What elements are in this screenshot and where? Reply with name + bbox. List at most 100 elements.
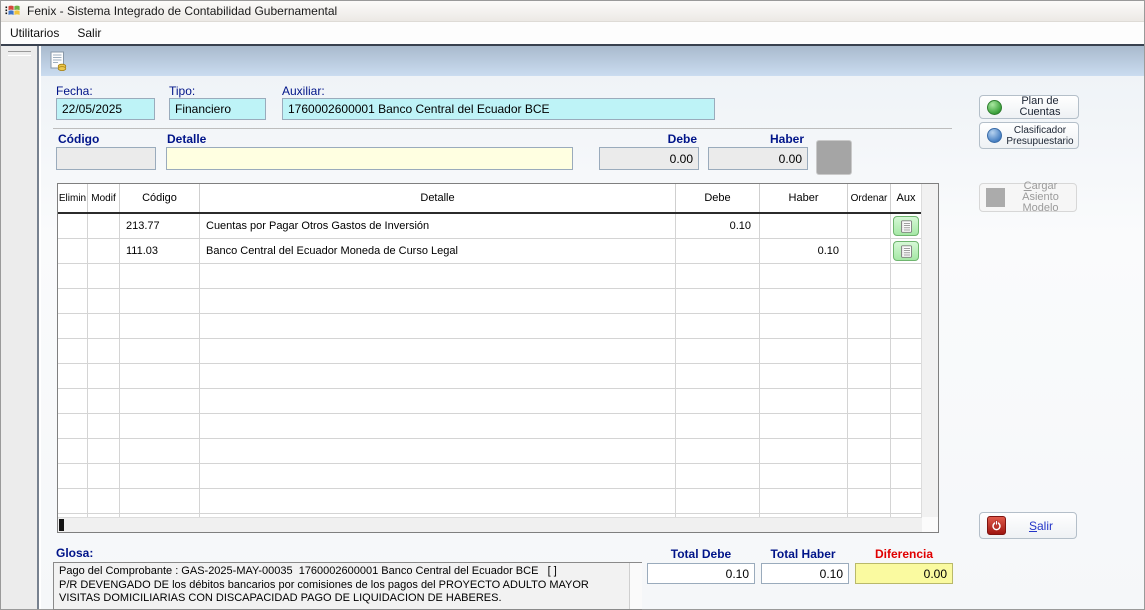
empty-cell	[676, 264, 760, 288]
cell-modif[interactable]	[88, 239, 120, 263]
clasificador-presupuestario-button[interactable]: Clasificador Presupuestario	[979, 122, 1079, 149]
toolbar	[41, 46, 1144, 76]
cell-haber: 0.10	[760, 239, 848, 263]
entries-table: Elimin Modif Código Detalle Debe Haber O…	[57, 183, 939, 533]
menu-utilitarios[interactable]: Utilitarios	[1, 24, 68, 42]
cell-elimin[interactable]	[58, 239, 88, 263]
empty-cell	[200, 364, 676, 388]
total-haber-label: Total Haber	[757, 547, 849, 561]
table-row[interactable]: 111.03 Banco Central del Ecuador Moneda …	[58, 239, 922, 264]
left-collapsed-panel[interactable]	[1, 46, 39, 609]
empty-cell	[200, 264, 676, 288]
empty-cell	[848, 439, 891, 463]
fecha-field[interactable]: 22/05/2025	[56, 98, 155, 120]
table-empty-row[interactable]	[58, 364, 922, 389]
table-empty-row[interactable]	[58, 389, 922, 414]
window-title: Fenix - Sistema Integrado de Contabilida…	[27, 4, 337, 18]
table-empty-row[interactable]	[58, 264, 922, 289]
clasificador-label: Clasificador Presupuestario	[1002, 125, 1078, 147]
empty-cell	[200, 314, 676, 338]
empty-cell	[58, 414, 88, 438]
haber-input[interactable]: 0.00	[708, 147, 808, 170]
table-empty-row[interactable]	[58, 489, 922, 514]
col-haber[interactable]: Haber	[760, 184, 848, 212]
empty-cell	[120, 289, 200, 313]
empty-cell	[88, 489, 120, 513]
entry-action-button[interactable]	[816, 140, 852, 175]
empty-cell	[891, 489, 922, 513]
empty-cell	[120, 339, 200, 363]
debe-input[interactable]: 0.00	[599, 147, 699, 170]
new-voucher-button[interactable]	[47, 50, 69, 72]
plan-de-cuentas-button[interactable]: Plan de Cuentas	[979, 95, 1079, 119]
empty-cell	[848, 314, 891, 338]
scrollbar-corner	[922, 517, 938, 532]
empty-cell	[88, 464, 120, 488]
table-header: Elimin Modif Código Detalle Debe Haber O…	[58, 184, 938, 214]
empty-cell	[200, 339, 676, 363]
aux-button[interactable]	[893, 216, 919, 236]
col-elimin[interactable]: Elimin	[58, 184, 88, 212]
cargar-asiento-modelo-button[interactable]: Cargar Asiento Modelo	[979, 183, 1077, 212]
empty-cell	[760, 364, 848, 388]
empty-cell	[676, 389, 760, 413]
auxiliar-field[interactable]: 1760002600001 Banco Central del Ecuador …	[282, 98, 715, 120]
cell-aux	[891, 239, 922, 263]
col-aux[interactable]: Aux	[891, 184, 922, 212]
empty-cell	[891, 289, 922, 313]
empty-cell	[88, 289, 120, 313]
cell-modif[interactable]	[88, 214, 120, 238]
tipo-field[interactable]: Financiero	[169, 98, 266, 120]
empty-cell	[200, 389, 676, 413]
panel-grip[interactable]	[8, 51, 31, 56]
empty-cell	[200, 414, 676, 438]
cell-detalle: Cuentas por Pagar Otros Gastos de Invers…	[200, 214, 676, 238]
table-empty-row[interactable]	[58, 289, 922, 314]
salir-label: Salir	[1006, 519, 1076, 533]
table-empty-row[interactable]	[58, 414, 922, 439]
col-detalle[interactable]: Detalle	[200, 184, 676, 212]
scrollbar-thumb[interactable]	[59, 519, 64, 531]
empty-cell	[848, 289, 891, 313]
empty-cell	[200, 439, 676, 463]
table-row[interactable]: 213.77 Cuentas por Pagar Otros Gastos de…	[58, 214, 922, 239]
glosa-scrollbar[interactable]	[629, 563, 642, 609]
col-debe[interactable]: Debe	[676, 184, 760, 212]
table-empty-row[interactable]	[58, 339, 922, 364]
salir-button[interactable]: Salir	[979, 512, 1077, 539]
notepad-icon	[901, 245, 912, 258]
col-ordenar[interactable]: Ordenar	[848, 184, 891, 212]
menu-bar: Utilitarios Salir	[1, 22, 1144, 44]
empty-cell	[676, 414, 760, 438]
cell-aux	[891, 214, 922, 238]
empty-cell	[891, 464, 922, 488]
empty-cell	[200, 464, 676, 488]
empty-cell	[760, 289, 848, 313]
table-empty-row[interactable]	[58, 314, 922, 339]
horizontal-scrollbar[interactable]	[58, 517, 922, 532]
vertical-scrollbar[interactable]	[921, 184, 938, 517]
table-empty-row[interactable]	[58, 464, 922, 489]
codigo-input[interactable]	[56, 147, 156, 170]
menu-salir[interactable]: Salir	[68, 24, 110, 42]
cell-ordenar[interactable]	[848, 214, 891, 238]
cell-ordenar[interactable]	[848, 239, 891, 263]
col-codigo[interactable]: Código	[120, 184, 200, 212]
empty-cell	[760, 464, 848, 488]
empty-cell	[891, 389, 922, 413]
cargar-asiento-label: Cargar Asiento Modelo	[1005, 181, 1076, 214]
col-modif[interactable]: Modif	[88, 184, 120, 212]
glosa-textarea[interactable]: Pago del Comprobante : GAS-2025-MAY-0003…	[53, 562, 642, 610]
table-empty-row[interactable]	[58, 439, 922, 464]
aux-button[interactable]	[893, 241, 919, 261]
table-body: 213.77 Cuentas por Pagar Otros Gastos de…	[58, 214, 922, 517]
empty-cell	[120, 389, 200, 413]
cell-codigo: 213.77	[120, 214, 200, 238]
empty-cell	[58, 339, 88, 363]
new-voucher-document-icon	[50, 51, 67, 71]
detalle-input[interactable]	[166, 147, 573, 170]
cell-codigo: 111.03	[120, 239, 200, 263]
empty-cell	[676, 489, 760, 513]
notepad-icon	[901, 220, 912, 233]
cell-elimin[interactable]	[58, 214, 88, 238]
